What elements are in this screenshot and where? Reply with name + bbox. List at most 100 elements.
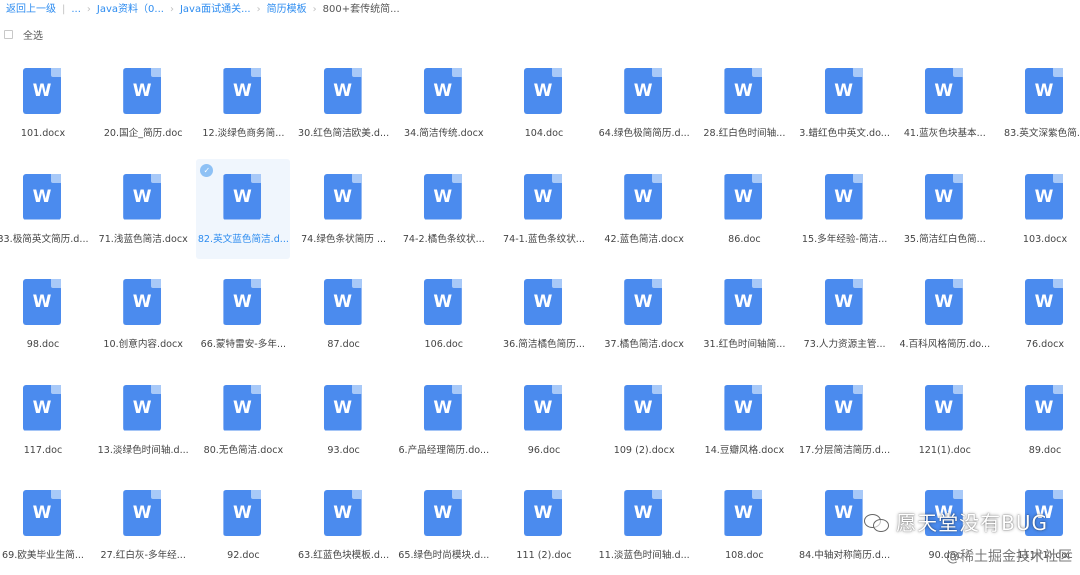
word-letter-glyph: W bbox=[233, 292, 252, 312]
file-item[interactable]: W 80.无色简洁.docx bbox=[196, 370, 290, 470]
file-item[interactable]: W 27.红白灰-多年经... bbox=[96, 475, 190, 575]
file-item[interactable]: W 73.人力资源主管... bbox=[798, 264, 892, 364]
file-name: 108.doc bbox=[725, 550, 764, 561]
file-name: 30.红色简洁欧美.d... bbox=[298, 128, 390, 139]
document-fold-icon bbox=[451, 279, 462, 288]
selection-toolbar: 全选 bbox=[4, 26, 43, 42]
file-item[interactable]: W 34.简洁传统.docx bbox=[397, 53, 491, 153]
file-name: 92.doc bbox=[227, 550, 260, 561]
file-name: 83.英文深紫色简... bbox=[1004, 128, 1080, 139]
file-item[interactable]: W 37.橘色简洁.docx bbox=[597, 264, 691, 364]
file-item[interactable]: W 12.淡绿色商务简... bbox=[196, 53, 290, 153]
file-item[interactable]: ✓ W 82.英文蓝色简洁.d... bbox=[196, 158, 291, 259]
file-name: 65.绿色时尚模块.d... bbox=[398, 550, 490, 561]
file-item[interactable]: W 31.红色时间轴简... bbox=[697, 264, 791, 364]
file-item[interactable]: W 111 (2).doc bbox=[497, 475, 591, 575]
document-fold-icon bbox=[451, 490, 462, 499]
file-item[interactable]: W 64.绿色极简简历.d... bbox=[597, 53, 691, 153]
word-letter-glyph: W bbox=[32, 397, 52, 418]
file-item[interactable]: W 15.多年经验-简洁... bbox=[798, 159, 892, 259]
file-item[interactable]: W 28.红白色时间轴... bbox=[697, 53, 791, 153]
file-item[interactable]: W 13.淡绿色时间轴.d... bbox=[96, 370, 190, 470]
file-item[interactable]: W 4.百科风格简历.do... bbox=[898, 264, 992, 364]
breadcrumb-back[interactable]: 返回上一级 bbox=[6, 2, 56, 18]
file-item[interactable]: W 106.doc bbox=[397, 264, 491, 364]
breadcrumb-ellipsis[interactable]: ... bbox=[71, 2, 81, 18]
select-all-label[interactable]: 全选 bbox=[23, 27, 43, 42]
file-name: 13.淡绿色时间轴.d... bbox=[97, 444, 189, 456]
file-item[interactable]: W 11.淡蓝色时间轴.d... bbox=[597, 475, 691, 575]
file-item[interactable]: W 10.创意内容.docx bbox=[96, 264, 190, 364]
file-item[interactable]: W 87.doc bbox=[297, 264, 391, 364]
file-item[interactable]: W 117.doc bbox=[0, 370, 90, 470]
file-item[interactable]: W 17.分层简洁简历.d... bbox=[798, 370, 892, 470]
file-item[interactable]: W 96.doc bbox=[497, 370, 591, 470]
file-item[interactable]: W 42.蓝色简洁.docx bbox=[597, 159, 691, 259]
word-letter-glyph: W bbox=[333, 186, 352, 207]
document-fold-icon bbox=[351, 490, 362, 499]
document-fold-icon bbox=[251, 173, 262, 183]
file-name: 84.中轴对称简历.d... bbox=[799, 550, 891, 561]
file-item[interactable]: W 104.doc bbox=[497, 53, 591, 153]
word-letter-glyph: W bbox=[633, 503, 653, 523]
file-item[interactable]: W 83.英文深紫色简... bbox=[998, 53, 1080, 153]
word-letter-glyph: W bbox=[333, 292, 352, 312]
chevron-right-icon: › bbox=[169, 4, 174, 15]
breadcrumb-java-materials[interactable]: Java资料（0... bbox=[97, 2, 164, 18]
file-item[interactable]: W 6.产品经理简历.do... bbox=[397, 370, 491, 470]
file-item[interactable]: W 69.欧美毕业生简... bbox=[0, 475, 90, 575]
file-item[interactable]: W 33.极简英文简历.d... bbox=[0, 159, 90, 259]
breadcrumb-java-interview[interactable]: Java面试通关... bbox=[180, 2, 251, 18]
file-name: 82.英文蓝色简洁.d... bbox=[197, 233, 289, 245]
file-item[interactable]: W 121(1).doc bbox=[898, 370, 992, 470]
file-item[interactable]: W 71.浅蓝色简洁.docx bbox=[96, 159, 190, 259]
file-item[interactable]: W 63.红蓝色块模板.d... bbox=[297, 475, 391, 575]
file-item[interactable]: W 66.蒙特雷安-多年... bbox=[196, 264, 290, 364]
document-fold-icon bbox=[151, 279, 162, 288]
select-all-checkbox[interactable] bbox=[4, 29, 13, 39]
file-item[interactable]: W 86.doc bbox=[697, 159, 791, 259]
file-item[interactable]: W 98.doc bbox=[0, 264, 90, 364]
word-letter-glyph: W bbox=[533, 81, 553, 101]
file-name: 36.简洁橘色简历... bbox=[503, 339, 585, 350]
file-item[interactable]: W 36.简洁橘色简历... bbox=[497, 264, 591, 364]
word-letter-glyph: W bbox=[433, 292, 453, 312]
file-item[interactable]: W 74-2.橘色条纹状... bbox=[397, 159, 491, 259]
file-name: 31.红色时间轴简... bbox=[703, 339, 786, 350]
document-fold-icon bbox=[151, 490, 162, 499]
file-item[interactable]: W 14.豆瓣风格.docx bbox=[697, 370, 791, 470]
file-item[interactable]: W 65.绿色时尚模块.d... bbox=[397, 475, 491, 575]
document-fold-icon bbox=[552, 173, 562, 183]
file-item[interactable]: W 108.doc bbox=[697, 475, 791, 575]
chevron-right-icon: › bbox=[86, 4, 91, 15]
file-item[interactable]: W 109 (2).docx bbox=[597, 370, 691, 470]
document-fold-icon bbox=[852, 490, 863, 499]
file-item[interactable]: W 89.doc bbox=[998, 370, 1080, 470]
file-name: 35.简洁红白色简... bbox=[903, 233, 986, 245]
file-name: 73.人力资源主管... bbox=[803, 339, 886, 350]
file-item[interactable]: W 41.蓝灰色块基本... bbox=[898, 53, 992, 153]
file-item[interactable]: W 103.docx bbox=[998, 159, 1080, 259]
word-letter-glyph: W bbox=[433, 81, 453, 101]
file-item[interactable]: W 74-1.蓝色条纹状... bbox=[497, 159, 591, 259]
document-fold-icon bbox=[552, 279, 562, 288]
document-fold-icon bbox=[652, 384, 663, 394]
file-item[interactable]: W 101.docx bbox=[0, 53, 90, 153]
file-item[interactable]: W 74.绿色条状简历 ... bbox=[297, 159, 391, 259]
file-item[interactable]: W 93.doc bbox=[297, 370, 391, 470]
community-watermark: @稀土掘金技术社区 bbox=[946, 549, 1072, 565]
file-item[interactable]: W 3.蜡红色中英文.do... bbox=[798, 53, 892, 153]
file-name: 109 (2).docx bbox=[613, 444, 675, 456]
breadcrumb-resume-templates[interactable]: 简历模板 bbox=[267, 2, 307, 18]
word-letter-glyph: W bbox=[433, 397, 453, 418]
document-fold-icon bbox=[1053, 384, 1063, 394]
file-item[interactable]: W 30.红色简洁欧美.d... bbox=[297, 53, 391, 153]
file-item[interactable]: W 92.doc bbox=[196, 475, 290, 575]
selected-check-icon[interactable]: ✓ bbox=[200, 163, 214, 177]
word-letter-glyph: W bbox=[934, 186, 954, 207]
file-name: 28.红白色时间轴... bbox=[703, 128, 786, 139]
file-item[interactable]: W 35.简洁红白色简... bbox=[898, 159, 992, 259]
file-item[interactable]: W 20.国企_简历.doc bbox=[96, 53, 190, 153]
file-item[interactable]: W 76.docx bbox=[998, 264, 1080, 364]
file-name: 101.docx bbox=[20, 128, 66, 139]
